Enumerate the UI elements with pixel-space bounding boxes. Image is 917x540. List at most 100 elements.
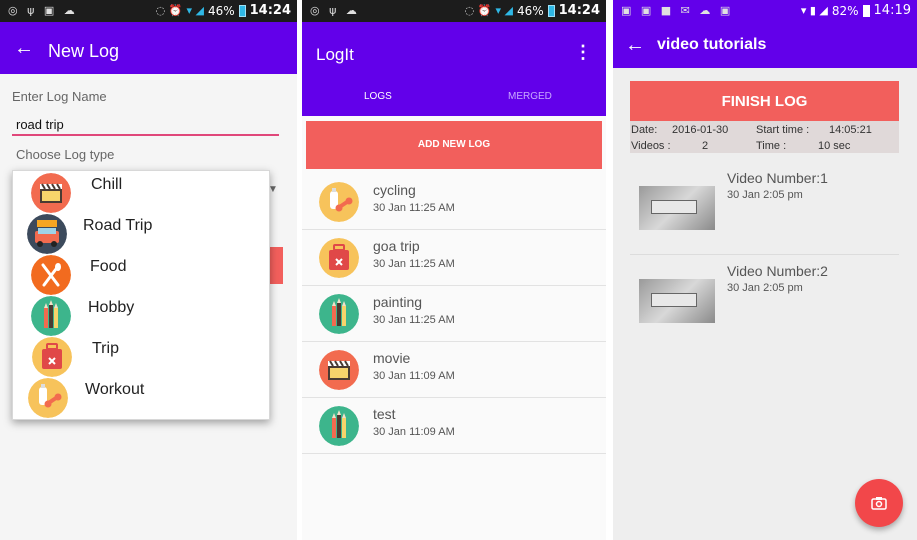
back-arrow-icon[interactable]: ← (625, 34, 645, 57)
log-name: movie (373, 350, 411, 366)
start-time-label: Start time : (756, 124, 810, 136)
logs-list-screen: ◎ ψ ☁ ◌ ⏰ ▾ ◢ 46% 14:24 LogIt ⋮ LOGS MER… (302, 0, 606, 540)
log-name: painting (373, 294, 423, 310)
option-label: Food (90, 258, 127, 275)
log-info-panel: Date: 2016-01-30 Start time : 14:05:21 V… (630, 121, 899, 153)
app-bar: ← video tutorials (613, 22, 917, 68)
log-list-item[interactable]: test 30 Jan 11:09 AM (302, 398, 606, 454)
log-list-item[interactable]: cycling 30 Jan 11:25 AM (302, 174, 606, 230)
status-bar: ◎ ψ ☁ ◌ ⏰ ▾ ◢ 46% 14:24 (302, 0, 606, 22)
page-title: New Log (48, 41, 120, 61)
videos-value: 2 (702, 140, 709, 152)
pencils-icon (31, 296, 71, 336)
video-item[interactable]: Video Number:2 30 Jan 2:05 pm (630, 258, 899, 336)
video-thumbnail[interactable] (639, 186, 715, 230)
add-new-log-button[interactable]: ADD NEW LOG (306, 121, 602, 169)
overflow-menu-icon[interactable]: ⋮ (574, 42, 592, 63)
app-bar: ← New Log (0, 22, 297, 74)
pencils-icon (319, 406, 359, 446)
record-video-button[interactable] (855, 479, 903, 527)
notification-icons: ◎ ψ ☁ (310, 4, 360, 17)
notification-icons: ◎ ψ ▣ ☁ (8, 4, 78, 17)
video-date: 30 Jan 2:05 pm (727, 189, 803, 201)
suitcase-icon (319, 238, 359, 278)
time-value: 10 sec (818, 140, 851, 152)
log-name-input[interactable] (12, 114, 279, 136)
option-label: Trip (92, 340, 119, 357)
dumbbell-bottle-icon (319, 182, 359, 222)
status-time: 14:24 (249, 3, 291, 18)
log-name: goa trip (373, 238, 420, 254)
finish-log-button[interactable]: FINISH LOG (630, 81, 899, 121)
log-type-dropdown[interactable]: Chill Road Trip Food Hobby Trip Workout (12, 170, 270, 420)
option-label: Hobby (88, 299, 135, 316)
battery-percent: 46% (516, 3, 544, 18)
app-title: LogIt (316, 45, 354, 64)
video-item[interactable]: Video Number:1 30 Jan 2:05 pm (630, 165, 899, 243)
log-list-item[interactable]: goa trip 30 Jan 11:25 AM (302, 230, 606, 286)
option-label: Workout (85, 381, 145, 398)
sync-icon: ◌ ⏰ (155, 4, 183, 17)
notification-icons: ▣ ▣ ■ ✉ ☁ ▣ (621, 4, 734, 17)
suitcase-icon (32, 337, 72, 377)
log-date: 30 Jan 11:25 AM (373, 202, 455, 214)
battery-icon (238, 4, 246, 17)
log-list-item[interactable]: painting 30 Jan 11:25 AM (302, 286, 606, 342)
battery-percent: 82% (831, 3, 859, 18)
dropdown-option-workout[interactable]: Workout (13, 378, 271, 419)
create-button-partial[interactable] (270, 247, 283, 284)
tab-merged[interactable]: MERGED (508, 91, 552, 102)
battery-icon (862, 4, 870, 17)
camera-icon (871, 497, 887, 510)
time-label: Time : (756, 140, 787, 152)
log-detail-screen: ▣ ▣ ■ ✉ ☁ ▣ ▾ ▮ ◢ 82% 14:19 ← video tuto… (613, 0, 917, 540)
app-bar: LogIt ⋮ LOGS MERGED (302, 22, 606, 116)
dropdown-option-road-trip[interactable]: Road Trip (13, 214, 271, 255)
video-date: 30 Jan 2:05 pm (727, 282, 803, 294)
status-time: 14:24 (558, 3, 600, 18)
fork-spoon-icon (31, 255, 71, 295)
log-date: 30 Jan 11:09 AM (373, 426, 455, 438)
log-list-item[interactable]: movie 30 Jan 11:09 AM (302, 342, 606, 398)
clapperboard-icon (31, 173, 71, 213)
signal-icon: ▾ ◢ (186, 4, 204, 17)
new-log-screen: ◎ ψ ▣ ☁ ◌ ⏰ ▾ ◢ 46% 14:24 ← New Log Ente… (0, 0, 297, 540)
dropdown-option-trip[interactable]: Trip (13, 337, 271, 378)
date-label: Date: (631, 124, 658, 136)
log-date: 30 Jan 11:25 AM (373, 258, 455, 270)
status-time: 14:19 (873, 3, 911, 18)
clapperboard-icon (319, 350, 359, 390)
dumbbell-bottle-icon (28, 378, 68, 418)
signal-icon: ▾ ◢ (495, 4, 513, 17)
car-icon (27, 214, 67, 254)
dropdown-option-food[interactable]: Food (13, 255, 271, 296)
log-name: cycling (373, 182, 416, 198)
tab-logs[interactable]: LOGS (364, 91, 392, 102)
status-bar: ▣ ▣ ■ ✉ ☁ ▣ ▾ ▮ ◢ 82% 14:19 (613, 0, 917, 22)
back-arrow-icon[interactable]: ← (14, 37, 34, 60)
log-date: 30 Jan 11:09 AM (373, 370, 455, 382)
log-date: 30 Jan 11:25 AM (373, 314, 455, 326)
tab-indicator (302, 113, 454, 116)
video-thumbnail[interactable] (639, 279, 715, 323)
log-name-label: Enter Log Name (12, 89, 107, 104)
log-type-label: Choose Log type (16, 147, 115, 162)
start-time-value: 14:05:21 (829, 124, 872, 136)
status-bar: ◎ ψ ▣ ☁ ◌ ⏰ ▾ ◢ 46% 14:24 (0, 0, 297, 22)
dropdown-option-hobby[interactable]: Hobby (13, 296, 271, 337)
pencils-icon (319, 294, 359, 334)
sync-icon: ◌ ⏰ (464, 4, 492, 17)
wifi-icon: ▾ ▮ ◢ (800, 4, 828, 17)
video-title: Video Number:2 (727, 263, 828, 279)
divider (630, 254, 899, 255)
battery-percent: 46% (207, 3, 235, 18)
dropdown-option-chill[interactable]: Chill (13, 173, 271, 214)
video-title: Video Number:1 (727, 170, 828, 186)
option-label: Chill (91, 176, 123, 193)
battery-icon (547, 4, 555, 17)
videos-label: Videos : (631, 140, 671, 152)
date-value: 2016-01-30 (672, 124, 729, 136)
log-name: test (373, 406, 396, 422)
option-label: Road Trip (83, 217, 153, 234)
page-title: video tutorials (657, 36, 767, 53)
